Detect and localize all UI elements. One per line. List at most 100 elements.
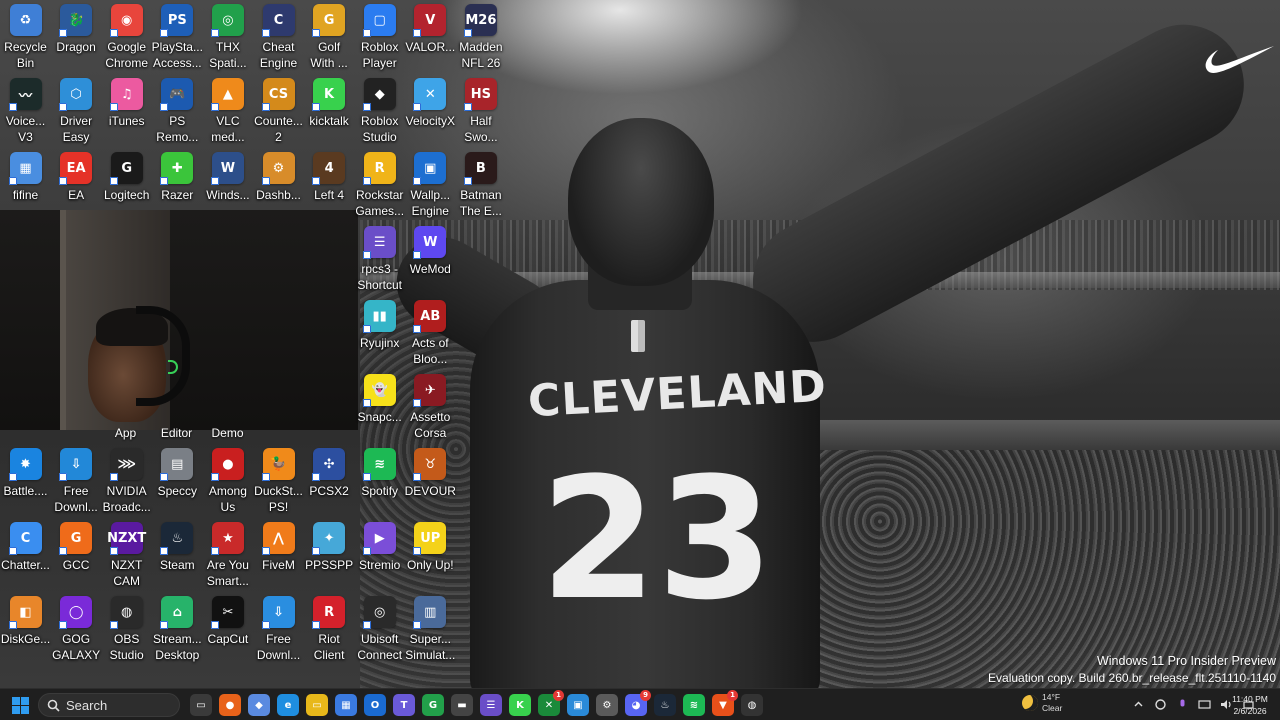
desktop-icon-valor[interactable]: V VALOR... bbox=[405, 0, 456, 74]
app-icon: ▥ bbox=[413, 596, 447, 629]
desktop-icon-razer[interactable]: ✚ Razer bbox=[152, 148, 203, 222]
desktop-icon-among[interactable]: ● Among Us bbox=[202, 444, 253, 518]
desktop-icon-chatter[interactable]: C Chatter... bbox=[0, 518, 51, 592]
desktop-icon-acts-of[interactable]: AB Acts of Bloo... bbox=[405, 296, 456, 370]
spotify-icon: ≋ bbox=[689, 699, 699, 711]
desktop-icon-capcut[interactable]: ✂ CapCut bbox=[202, 592, 253, 666]
desktop-icon-nvidia[interactable]: ⋙ NVIDIA Broadc... bbox=[101, 444, 152, 518]
desktop-icon-kicktalk[interactable]: Kkicktalk bbox=[304, 74, 355, 148]
start-button[interactable] bbox=[12, 697, 29, 714]
desktop-icon-ryujinx[interactable]: ▮▮ Ryujinx bbox=[354, 296, 405, 370]
app-icon: W bbox=[210, 152, 244, 185]
desktop-icon-obs[interactable]: ◍ OBS Studio bbox=[101, 592, 152, 666]
taskbar-app-photos[interactable]: ▣ bbox=[567, 694, 589, 716]
desktop-icon-stream[interactable]: ⌂ Stream... Desktop bbox=[152, 592, 203, 666]
desktop-icon-ea[interactable]: EA EA bbox=[51, 148, 102, 222]
taskbar-app-settings[interactable]: ⚙ bbox=[596, 694, 618, 716]
desktop-icon-ps[interactable]: 🎮 PS Remo... bbox=[152, 74, 203, 148]
desktop-icon-cheat[interactable]: C Cheat Engine bbox=[253, 0, 304, 74]
desktop-icon-free[interactable]: ⇩ Free Downl... bbox=[51, 444, 102, 518]
desktop-icon-assetto[interactable]: ✈ Assetto Corsa bbox=[405, 370, 456, 444]
taskbar-app-microsoft-store[interactable]: ▦ bbox=[335, 694, 357, 716]
taskbar-app-rpcs3[interactable]: ☰ bbox=[480, 694, 502, 716]
desktop-icon-voice[interactable]: 〰 Voice... V3 bbox=[0, 74, 51, 148]
desktop-icon-google[interactable]: ◉ Google Chrome bbox=[101, 0, 152, 74]
desktop-icon-winds[interactable]: W Winds... bbox=[202, 148, 253, 222]
app-icon: ◎ bbox=[210, 4, 244, 37]
desktop-icon-roblox[interactable]: ◆ Roblox Studio bbox=[354, 74, 405, 148]
desktop-icon-are-you[interactable]: ★ Are You Smart... bbox=[202, 518, 253, 592]
desktop-icon-gcc[interactable]: G GCC bbox=[51, 518, 102, 592]
desktop-icon-dragon[interactable]: 🐉 Dragon bbox=[51, 0, 102, 74]
taskbar-app-file-explorer[interactable]: ▭ bbox=[306, 694, 328, 716]
desktop-icon-ppsspp[interactable]: ✦ PPSSPP bbox=[304, 518, 355, 592]
desktop-icon-free[interactable]: ⇩ Free Downl... bbox=[253, 592, 304, 666]
desktop-icon-wallp[interactable]: ▣ Wallp... Engine bbox=[405, 148, 456, 222]
taskbar-app-outlook[interactable]: O bbox=[364, 694, 386, 716]
desktop-icon-thx[interactable]: ◎ THX Spati... bbox=[202, 0, 253, 74]
desktop-icon-fivem[interactable]: ⋀ FiveM bbox=[253, 518, 304, 592]
taskbar-app-xbox[interactable]: ✕ 1 bbox=[538, 690, 564, 716]
desktop-icon-madden[interactable]: M26 Madden NFL 26 bbox=[455, 0, 506, 74]
desktop-icon-recycle[interactable]: ♻ Recycle Bin bbox=[0, 0, 51, 74]
app-icon: ◎ bbox=[362, 596, 396, 629]
desktop-icon-logitech[interactable]: G Logitech bbox=[101, 148, 152, 222]
desktop-icon-counte[interactable]: CS Counte... 2 bbox=[253, 74, 304, 148]
desktop-icon-pcsx2[interactable]: ✣ PCSX2 bbox=[304, 444, 355, 518]
network-icon[interactable] bbox=[1198, 698, 1211, 711]
taskbar-app-copilot[interactable]: ◆ bbox=[248, 694, 270, 716]
taskbar-app-spotify[interactable]: ≋ bbox=[683, 694, 705, 716]
desktop-icon-stremio[interactable]: ▶ Stremio bbox=[354, 518, 405, 592]
sync-icon[interactable] bbox=[1154, 698, 1167, 711]
taskbar-app-brave[interactable]: ▼ 1 bbox=[712, 690, 738, 716]
taskbar-app-xbox-app[interactable]: G bbox=[422, 694, 444, 716]
desktop-icon-ubisoft[interactable]: ◎ Ubisoft Connect bbox=[354, 592, 405, 666]
desktop-icon-super[interactable]: ▥ Super... Simulat... bbox=[405, 592, 456, 666]
desktop-icon-label-demo[interactable]: Demo bbox=[202, 426, 253, 440]
desktop-icon-riot[interactable]: R Riot Client bbox=[304, 592, 355, 666]
taskbar-app-kick[interactable]: K bbox=[509, 694, 531, 716]
desktop-icon-spotify[interactable]: ≋ Spotify bbox=[354, 444, 405, 518]
desktop-icon-roblox[interactable]: ▢ Roblox Player bbox=[354, 0, 405, 74]
taskbar-app-teams[interactable]: T bbox=[393, 694, 415, 716]
desktop-icon-gog[interactable]: ◯ GOG GALAXY bbox=[51, 592, 102, 666]
desktop-icon-diskge[interactable]: ◧ DiskGe... bbox=[0, 592, 51, 666]
chevron-up-icon[interactable] bbox=[1132, 698, 1145, 711]
desktop-icon-label-app[interactable]: App bbox=[100, 426, 151, 440]
app-icon: G bbox=[59, 522, 93, 555]
desktop-icon-steam[interactable]: ♨ Steam bbox=[152, 518, 203, 592]
desktop-icon-velocityx[interactable]: ✕ VelocityX bbox=[405, 74, 456, 148]
taskbar-app-obs[interactable]: ◍ bbox=[741, 694, 763, 716]
taskbar-app-task-view[interactable]: ▭ bbox=[190, 694, 212, 716]
desktop-icon-playsta[interactable]: PS PlaySta... Access... bbox=[152, 0, 203, 74]
taskbar-app-edge[interactable]: e bbox=[277, 694, 299, 716]
desktop-icon-nzxt[interactable]: NZXT NZXT CAM bbox=[101, 518, 152, 592]
desktop-icon-itunes[interactable]: ♫ iTunes bbox=[101, 74, 152, 148]
desktop-icon-half[interactable]: HS Half Swo... bbox=[455, 74, 506, 148]
desktop-icon-golf[interactable]: G Golf With ... bbox=[304, 0, 355, 74]
desktop-icon-battle[interactable]: ✸ Battle.... bbox=[0, 444, 51, 518]
weather-widget[interactable]: 14°F Clear bbox=[1022, 692, 1062, 714]
taskbar-clock[interactable]: 11:40 PM 2/6/2026 bbox=[1228, 693, 1272, 717]
mic-icon[interactable] bbox=[1176, 698, 1189, 711]
desktop-icon-devour[interactable]: ♉ DEVOUR bbox=[405, 444, 456, 518]
desktop-icon-duckst[interactable]: 🦆 DuckSt... PS! bbox=[253, 444, 304, 518]
desktop-icon-only-up[interactable]: UP Only Up! bbox=[405, 518, 456, 592]
desktop-icon-snapc[interactable]: 👻 Snapc... bbox=[354, 370, 405, 444]
desktop-icon-wemod[interactable]: W WeMod bbox=[405, 222, 456, 296]
desktop-icon-vlc[interactable]: ▲ VLC med... bbox=[202, 74, 253, 148]
taskbar-app-discord[interactable]: ◕ 9 bbox=[625, 690, 651, 716]
desktop-icon-dashb[interactable]: ⚙ Dashb... bbox=[253, 148, 304, 222]
taskbar-app-firefox[interactable]: ● bbox=[219, 694, 241, 716]
taskbar-app-steam[interactable]: ♨ bbox=[654, 694, 676, 716]
desktop-icon-left-4[interactable]: 4 Left 4 bbox=[304, 148, 355, 222]
desktop-icon-speccy[interactable]: ▤ Speccy bbox=[152, 444, 203, 518]
desktop-icon-fifine[interactable]: ▦ fifine bbox=[0, 148, 51, 222]
taskbar-app-terminal[interactable]: ▬ bbox=[451, 694, 473, 716]
desktop-icon-rpcs3[interactable]: ☰ rpcs3 - Shortcut bbox=[354, 222, 405, 296]
desktop-icon-batman[interactable]: B Batman The E... bbox=[455, 148, 506, 222]
taskbar-search-box[interactable]: Search bbox=[38, 693, 180, 717]
desktop-icon-rockstar[interactable]: R Rockstar Games... bbox=[354, 148, 405, 222]
desktop-icon-driver[interactable]: ⬡ Driver Easy bbox=[51, 74, 102, 148]
desktop-icon-label-editor[interactable]: Editor bbox=[151, 426, 202, 440]
